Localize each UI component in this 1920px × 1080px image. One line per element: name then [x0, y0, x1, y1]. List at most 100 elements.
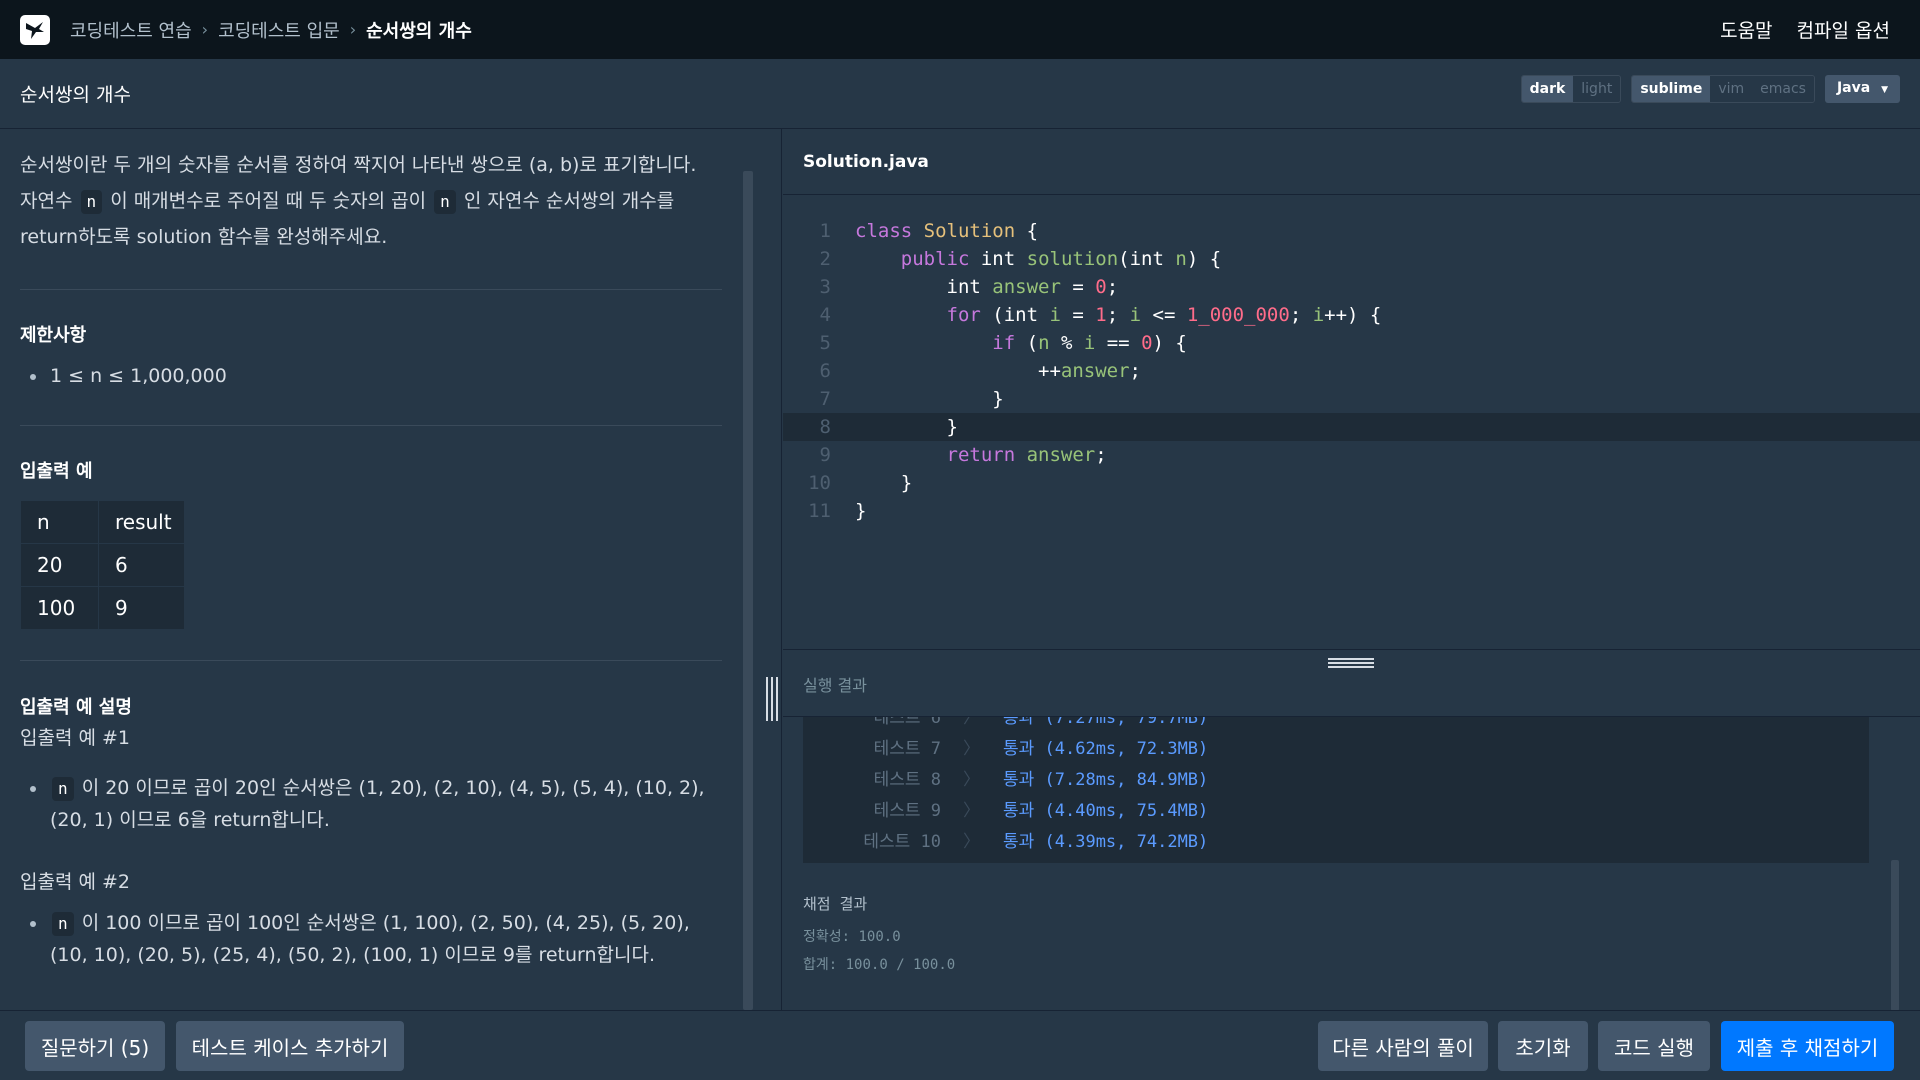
- inline-code: n: [434, 190, 456, 214]
- code-line-active[interactable]: 8 }: [783, 413, 1920, 441]
- chevron-right-icon: ›: [201, 20, 209, 39]
- result-resize-handle[interactable]: [1328, 658, 1374, 668]
- code-line[interactable]: 7 }: [783, 385, 1920, 413]
- io-example-heading: 입출력 예: [20, 461, 93, 482]
- code-line[interactable]: 6 ++answer;: [783, 357, 1920, 385]
- problem-title-bar: 순서쌍의 개수 dark light sublime vim emacs Jav…: [0, 59, 1920, 129]
- line-number: 7: [819, 388, 831, 410]
- keymap-vim-button[interactable]: vim: [1710, 76, 1753, 102]
- ask-question-button[interactable]: 질문하기 (5): [25, 1021, 165, 1071]
- code-text: }: [855, 388, 1004, 410]
- example-text: (10, 10), (20, 5), (25, 4), (50, 2), (10…: [50, 944, 656, 966]
- test-result: 통과 (4.39ms, 74.2MB): [1003, 832, 1209, 852]
- code-text: }: [855, 472, 913, 494]
- add-testcase-button[interactable]: 테스트 케이스 추가하기: [176, 1021, 404, 1071]
- example-text: 이 20 이므로 곱이 20인 순서쌍은 (1, 20), (2, 10), (…: [81, 777, 705, 799]
- code-line[interactable]: 2 public int solution(int n) {: [783, 245, 1920, 273]
- example-1-heading: 입출력 예 #1: [20, 727, 131, 749]
- code-editor[interactable]: 1 class Solution { 2 public int solution(…: [783, 217, 1920, 525]
- code-line[interactable]: 10 }: [783, 469, 1920, 497]
- execution-result-panel: 실행 결과 테스트 6 〉 통과 (7.27ms, 79.7MB) 테스트 7 …: [783, 649, 1920, 1011]
- chevron-right-icon: 〉: [963, 717, 980, 728]
- keymap-sublime-button[interactable]: sublime: [1632, 76, 1711, 102]
- theme-dark-button[interactable]: dark: [1521, 76, 1574, 102]
- chevron-right-icon: 〉: [963, 832, 980, 852]
- test-result: 통과 (7.28ms, 84.9MB): [1003, 770, 1209, 790]
- code-editor-panel: Solution.java 1 class Solution { 2 public…: [783, 129, 1920, 649]
- help-link[interactable]: 도움말: [1720, 16, 1772, 43]
- breadcrumb-item[interactable]: 코딩테스트 입문: [218, 17, 340, 43]
- compile-options-link[interactable]: 컴파일 옵션: [1797, 16, 1890, 43]
- test-result-row: 테스트 7 〉 통과 (4.62ms, 72.3MB): [803, 734, 1869, 765]
- section-divider: [20, 289, 722, 290]
- page-title: 순서쌍의 개수: [20, 84, 131, 106]
- inline-code: n: [52, 777, 74, 801]
- table-cell: 20: [20, 543, 99, 587]
- description-line: return하도록 solution 함수를 완성해주세요.: [20, 226, 388, 248]
- others-solutions-button[interactable]: 다른 사람의 풀이: [1318, 1021, 1488, 1071]
- code-line[interactable]: 5 if (n % i == 0) {: [783, 329, 1920, 357]
- line-number: 4: [819, 304, 831, 326]
- code-text: if (n % i == 0) {: [992, 332, 1187, 354]
- constraint-item: 1 ≤ n ≤ 1,000,000: [20, 360, 720, 392]
- line-number: 2: [819, 248, 831, 270]
- example-1-list: n 이 20 이므로 곱이 20인 순서쌍은 (1, 20), (2, 10),…: [20, 772, 730, 836]
- programmers-logo-icon[interactable]: [20, 14, 50, 45]
- problem-description: 순서쌍이란 두 개의 숫자를 순서를 정하여 짝지어 나타낸 쌍으로 (a, b…: [20, 147, 740, 255]
- inline-code: n: [52, 912, 74, 936]
- language-select-value: Java: [1836, 80, 1871, 96]
- code-line[interactable]: 4 for (int i = 1; i <= 1_000_000; i++) {: [783, 301, 1920, 329]
- test-name: 테스트 10: [863, 832, 941, 852]
- code-line[interactable]: 11}: [783, 497, 1920, 525]
- table-row: 20 6: [20, 543, 185, 587]
- test-result: 통과 (7.27ms, 79.7MB): [1003, 717, 1209, 728]
- run-code-button[interactable]: 코드 실행: [1598, 1021, 1710, 1071]
- reset-button[interactable]: 초기화: [1498, 1021, 1588, 1071]
- line-number: 3: [819, 276, 831, 298]
- example-2-list: n 이 100 이므로 곱이 100인 순서쌍은 (1, 100), (2, 5…: [20, 907, 730, 971]
- description-scrollbar[interactable]: [743, 171, 753, 1010]
- line-number: 5: [819, 332, 831, 354]
- caret-down-icon: ▼: [1881, 85, 1888, 95]
- description-line: 순서쌍이란 두 개의 숫자를 순서를 정하여 짝지어 나타낸 쌍으로 (a, b…: [20, 154, 697, 176]
- test-result-row: 테스트 10 〉 통과 (4.39ms, 74.2MB): [803, 827, 1869, 858]
- code-text: return answer;: [946, 444, 1107, 466]
- table-header-row: n result: [20, 500, 185, 544]
- description-text: 이 매개변수로 주어질 때 두 숫자의 곱이: [110, 190, 427, 212]
- submit-button[interactable]: 제출 후 채점하기: [1721, 1021, 1894, 1071]
- example-text: 이 100 이므로 곱이 100인 순서쌍은 (1, 100), (2, 50)…: [81, 912, 690, 934]
- keymap-emacs-button[interactable]: emacs: [1752, 76, 1814, 102]
- panel-splitter-handle[interactable]: [766, 677, 778, 721]
- table-header-cell: result: [98, 500, 185, 544]
- description-text: 자연수: [20, 190, 73, 212]
- theme-light-button[interactable]: light: [1573, 76, 1621, 102]
- example-2-heading: 입출력 예 #2: [20, 871, 131, 893]
- chevron-right-icon: 〉: [963, 770, 980, 790]
- breadcrumb-item[interactable]: 코딩테스트 연습: [70, 17, 192, 43]
- code-text: class Solution {: [855, 220, 1039, 242]
- line-number: 9: [819, 444, 831, 466]
- language-select[interactable]: Java ▼: [1824, 75, 1900, 103]
- description-line: 자연수 n 이 매개변수로 주어질 때 두 숫자의 곱이 n 인 자연수 순서쌍…: [20, 183, 740, 219]
- chevron-right-icon: 〉: [963, 739, 980, 759]
- file-tab[interactable]: Solution.java: [783, 129, 1920, 195]
- line-number: 6: [819, 360, 831, 382]
- test-name: 테스트 7: [873, 739, 941, 759]
- theme-toggle: dark light: [1520, 75, 1622, 103]
- code-line[interactable]: 9 return answer;: [783, 441, 1920, 469]
- accuracy-score: 정확성: 100.0: [803, 929, 901, 945]
- table-header-cell: n: [20, 500, 99, 544]
- test-results-list: 테스트 6 〉 통과 (7.27ms, 79.7MB) 테스트 7 〉 통과 (…: [803, 717, 1869, 863]
- breadcrumb: 코딩테스트 연습 › 코딩테스트 입문 › 순서쌍의 개수: [70, 17, 472, 43]
- inline-code: n: [80, 190, 103, 214]
- bottom-action-bar: 질문하기 (5) 테스트 케이스 추가하기 다른 사람의 풀이 초기화 코드 실…: [0, 1010, 1920, 1080]
- total-score: 합계: 100.0 / 100.0: [803, 957, 956, 973]
- example-text: (20, 1) 이므로 6을 return합니다.: [50, 809, 330, 831]
- code-line[interactable]: 3 int answer = 0;: [783, 273, 1920, 301]
- test-name: 테스트 6: [873, 717, 941, 728]
- example-1-item: n 이 20 이므로 곱이 20인 순서쌍은 (1, 20), (2, 10),…: [20, 772, 730, 836]
- result-scrollbar[interactable]: [1891, 860, 1899, 1011]
- code-line[interactable]: 1 class Solution {: [783, 217, 1920, 245]
- example-2-item: n 이 100 이므로 곱이 100인 순서쌍은 (1, 100), (2, 5…: [20, 907, 730, 971]
- code-text: }: [855, 500, 867, 522]
